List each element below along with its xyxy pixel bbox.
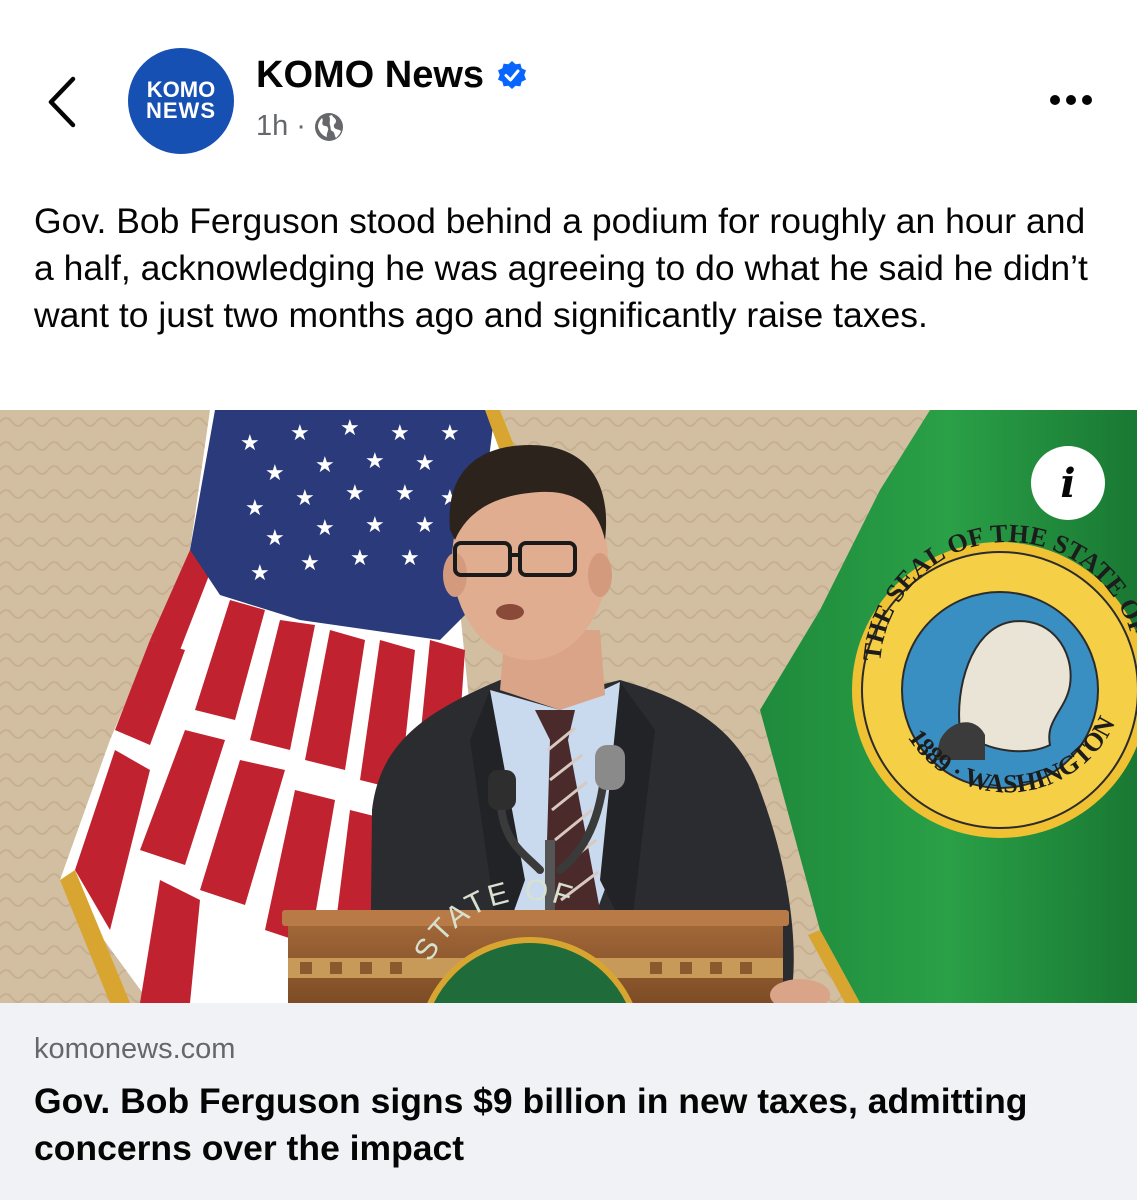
globe-icon xyxy=(314,112,343,141)
more-options-button[interactable] xyxy=(1041,80,1101,120)
svg-text:★: ★ xyxy=(400,546,420,571)
svg-text:★: ★ xyxy=(265,461,285,486)
link-domain: komonews.com xyxy=(34,1033,236,1065)
page-name: KOMO News xyxy=(256,54,485,96)
back-button[interactable] xyxy=(30,66,94,138)
post-timestamp[interactable]: 1h xyxy=(256,110,288,143)
info-icon: i xyxy=(1060,459,1076,507)
post-screen: KOMO NEWS KOMO News 1h · Gov. Bob Fergus… xyxy=(0,0,1137,1200)
chevron-left-icon xyxy=(48,76,76,128)
link-preview-footer[interactable]: komonews.com Gov. Bob Ferguson signs $9 … xyxy=(0,1003,1137,1200)
svg-text:★: ★ xyxy=(250,561,270,586)
link-headline: Gov. Bob Ferguson signs $9 billion in ne… xyxy=(34,1081,1028,1168)
post-meta: 1h · xyxy=(256,110,344,143)
svg-text:★: ★ xyxy=(315,453,335,478)
post-caption: Gov. Bob Ferguson stood behind a podium … xyxy=(34,201,1088,335)
ad-info-button[interactable]: i xyxy=(1031,446,1105,520)
svg-text:★: ★ xyxy=(415,513,435,538)
more-dot xyxy=(1066,95,1076,105)
page-name-link[interactable]: KOMO News xyxy=(256,54,528,97)
more-dot xyxy=(1082,95,1092,105)
svg-text:★: ★ xyxy=(315,516,335,541)
svg-text:★: ★ xyxy=(395,481,415,506)
svg-text:★: ★ xyxy=(295,486,315,511)
svg-text:★: ★ xyxy=(245,496,265,521)
link-preview-image[interactable]: ★ ★ ★ ★ ★ ★ ★ ★ ★ ★ ★ ★ ★ ★ ★ ★ ★ ★ ★ ★ ★ ★ xyxy=(0,410,1137,1003)
press-conference-photo: ★ ★ ★ ★ ★ ★ ★ ★ ★ ★ ★ ★ ★ ★ ★ ★ ★ ★ ★ ★ ★ ★ xyxy=(0,410,1137,1003)
avatar-logo-line2: NEWS xyxy=(146,98,216,123)
svg-text:★: ★ xyxy=(440,421,460,446)
svg-text:★: ★ xyxy=(240,431,260,456)
svg-text:★: ★ xyxy=(390,421,410,446)
svg-text:★: ★ xyxy=(365,513,385,538)
meta-separator: · xyxy=(296,110,306,142)
svg-text:★: ★ xyxy=(415,451,435,476)
page-avatar[interactable]: KOMO NEWS xyxy=(128,48,234,154)
svg-text:★: ★ xyxy=(365,449,385,474)
more-dot xyxy=(1050,95,1060,105)
svg-text:★: ★ xyxy=(265,526,285,551)
svg-text:★: ★ xyxy=(345,481,365,506)
svg-text:★: ★ xyxy=(340,416,360,441)
svg-text:★: ★ xyxy=(350,546,370,571)
svg-text:★: ★ xyxy=(290,421,310,446)
svg-text:★: ★ xyxy=(300,551,320,576)
verified-badge-icon xyxy=(498,60,527,89)
